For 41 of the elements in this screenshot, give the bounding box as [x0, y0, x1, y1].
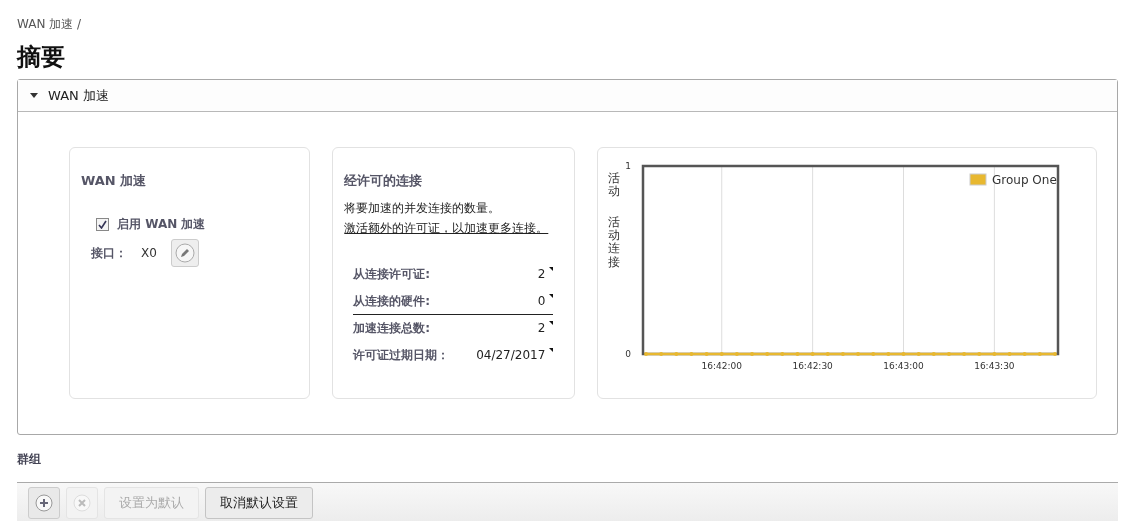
row-label: 加速连接总数:: [353, 319, 431, 337]
row-value: 2: [537, 321, 546, 335]
add-button[interactable]: [28, 487, 60, 519]
row-value: 04/27/2017: [476, 348, 546, 362]
legend-label: Group One: [991, 173, 1057, 187]
section-title: WAN 加速: [48, 86, 109, 105]
x-tick-label: 16:43:00: [882, 361, 924, 371]
row-value: 0: [537, 294, 546, 308]
chart-title: 活动: [607, 172, 620, 199]
interface-value: X0: [141, 246, 157, 260]
close-icon: [73, 494, 91, 512]
card-title: 经许可的连接: [344, 172, 424, 190]
x-tick-label: 16:43:30: [973, 361, 1015, 371]
interface-label: 接口：: [91, 244, 127, 262]
toolbar-button[interactable]: 取消默认设置: [205, 487, 313, 519]
y-axis-label: 活动连接: [607, 216, 620, 269]
corner-mark-icon: [549, 321, 554, 325]
edit-button[interactable]: [170, 239, 199, 267]
x-tick-label: 16:42:00: [701, 361, 742, 371]
row-label: 从连接的硬件:: [353, 292, 431, 310]
caret-icon: [30, 93, 38, 98]
plus-icon: [35, 494, 53, 512]
row-value: 2: [537, 267, 546, 281]
card-title: WAN 加速: [81, 172, 148, 190]
section-header[interactable]: WAN 加速: [18, 80, 1117, 112]
row-label: 许可证过期日期：: [353, 346, 450, 364]
pencil-icon: [174, 243, 195, 263]
corner-mark-icon: [549, 294, 554, 298]
corner-mark-icon: [549, 348, 554, 352]
breadcrumb[interactable]: WAN 加速 /: [17, 16, 1118, 33]
groups-heading: 群组: [17, 451, 42, 468]
x-tick-label: 16:42:30: [792, 361, 833, 371]
row-label: 从连接许可证:: [353, 265, 431, 283]
page-title: 摘要: [17, 42, 66, 73]
license-link[interactable]: 激活额外的许可证，以加速更多连接。: [344, 220, 549, 237]
y-tick-label: 0: [624, 349, 631, 359]
corner-mark-icon: [549, 267, 554, 271]
description: 将要加速的并发连接的数量。: [344, 200, 502, 217]
y-tick-label: 1: [624, 161, 631, 171]
checkbox[interactable]: [96, 218, 109, 231]
checkbox-label: 启用 WAN 加速: [117, 216, 206, 233]
